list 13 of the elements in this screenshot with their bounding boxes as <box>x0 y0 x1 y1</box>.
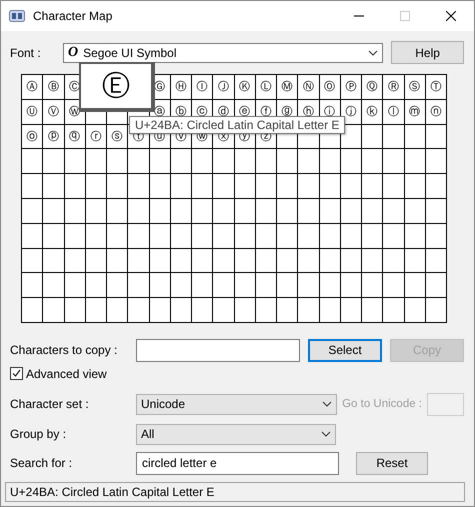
advanced-view-label: Advanced view <box>26 366 107 381</box>
font-label: Font : <box>10 46 42 60</box>
go-to-unicode-label: Go to Unicode : <box>342 398 422 410</box>
character-set-label: Character set : <box>10 397 90 412</box>
window-title: Character Map <box>33 9 114 23</box>
group-by-label: Group by : <box>10 427 68 442</box>
tooltip: U+24BA: Circled Latin Capital Letter E <box>129 116 346 134</box>
status-bar: U+24BA: Circled Latin Capital Letter E <box>5 482 465 502</box>
character-preview-tooltip: Ⓔ <box>79 62 155 112</box>
font-name: Segoe UI Symbol <box>83 46 178 60</box>
search-label: Search for : <box>10 456 74 470</box>
copy-label: Characters to copy : <box>10 343 118 358</box>
font-type-glyph: O <box>68 44 78 60</box>
